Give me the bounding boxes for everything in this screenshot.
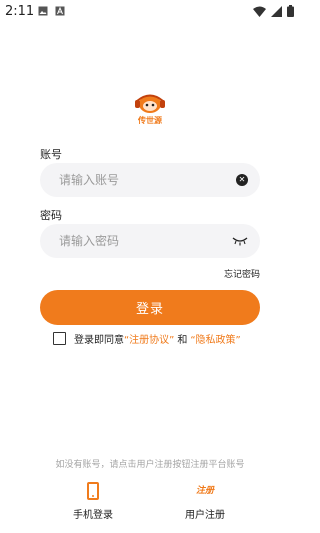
password-field [40, 224, 260, 258]
status-time: 2:11 [5, 4, 35, 19]
password-label: 密码 [40, 209, 62, 222]
privacy-link[interactable]: “隐私政策” [190, 331, 240, 346]
text-a-icon [55, 6, 65, 16]
account-label: 账号 [40, 148, 62, 161]
register-hint: 如没有账号，请点击用户注册按钮注册平台账号 [55, 460, 245, 470]
phone-login-button[interactable]: 手机登录 [58, 482, 128, 521]
clear-icon[interactable]: ✕ [236, 174, 248, 186]
account-input[interactable] [57, 172, 231, 188]
agreement-row: 登录即同意 “注册协议” 和 “隐私政策” [53, 331, 241, 346]
register-icon: 注册 [195, 486, 214, 496]
status-system-icons [253, 5, 294, 17]
register-button[interactable]: 注册 用户注册 [170, 482, 240, 521]
logo-text: 传世源 [137, 115, 162, 124]
phone-icon [87, 482, 99, 500]
wifi-icon [253, 6, 266, 17]
battery-icon [287, 5, 294, 17]
status-notification-icons [38, 6, 65, 16]
account-field: ✕ [40, 163, 260, 197]
login-button[interactable]: 登录 [40, 290, 260, 325]
gallery-icon [38, 6, 48, 16]
password-input[interactable] [57, 233, 231, 249]
terms-link[interactable]: “注册协议” [124, 331, 174, 346]
status-bar: 2:11 [0, 0, 300, 24]
agreement-checkbox[interactable] [53, 332, 66, 345]
agreement-prefix: 登录即同意 [74, 335, 124, 346]
app-logo-icon: 传世源 [135, 94, 165, 124]
signal-icon [271, 5, 282, 17]
forgot-password-link[interactable]: 忘记密码 [224, 267, 260, 280]
eye-closed-icon[interactable] [232, 236, 248, 246]
register-label: 用户注册 [185, 510, 225, 521]
phone-login-label: 手机登录 [73, 510, 113, 521]
agreement-and: 和 [177, 335, 188, 346]
